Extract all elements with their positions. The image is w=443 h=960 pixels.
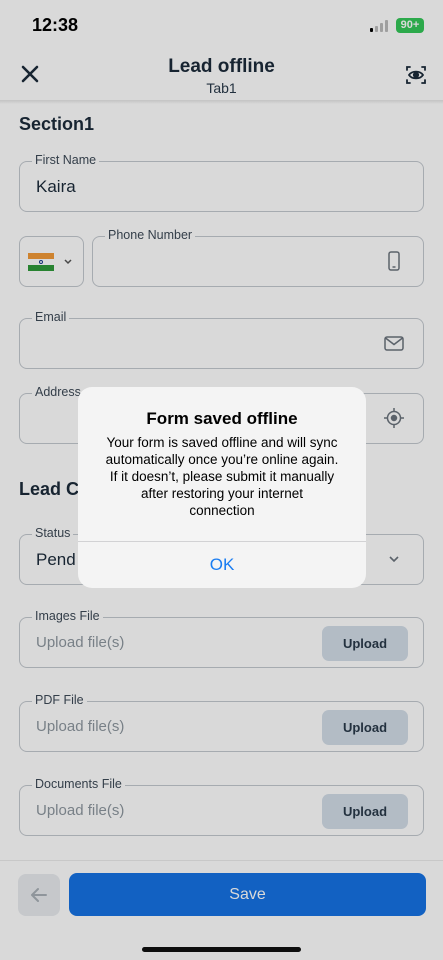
dialog-title: Form saved offline — [146, 409, 298, 428]
dialog-message-line: If it doesn’t, please submit it manually — [109, 469, 335, 484]
offline-saved-dialog: Form saved offline Your form is saved of… — [78, 387, 366, 588]
dialog-message-line: Your form is saved offline and will sync — [106, 435, 338, 450]
dialog-message-line: after restoring your internet — [140, 486, 304, 501]
dialog-message-line: connection — [189, 503, 255, 518]
dialog-message-line: automatically once you’re online again. — [105, 452, 339, 467]
dialog-ok-button[interactable]: OK — [78, 542, 366, 588]
dialog-message: Your form is saved offline and will sync… — [90, 434, 354, 519]
